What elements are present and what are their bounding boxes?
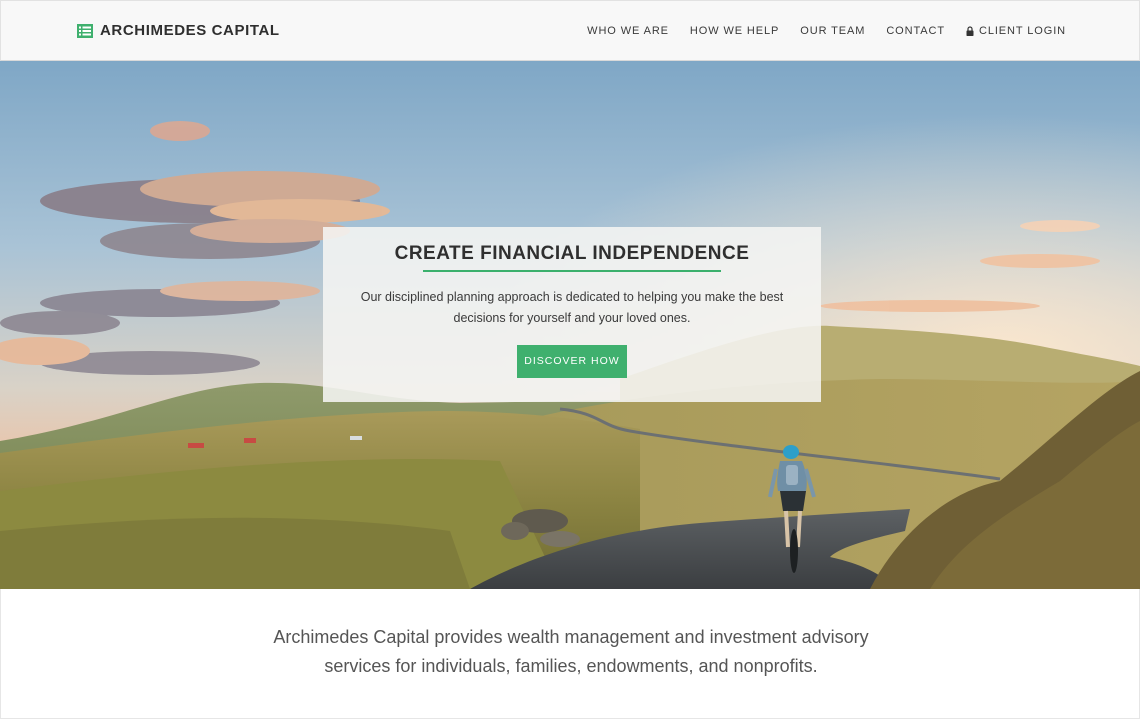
- nav-our-team[interactable]: OUR TEAM: [800, 25, 865, 37]
- list-icon: [77, 23, 93, 38]
- brand-name: ARCHIMEDES CAPITAL: [100, 22, 280, 39]
- nav-our-team-label: OUR TEAM: [800, 25, 866, 37]
- nav-how-we-help-label: HOW WE HELP: [689, 25, 780, 37]
- nav-contact-label: CONTACT: [886, 25, 945, 37]
- nav-who-we-are[interactable]: WHO WE ARE: [587, 25, 669, 37]
- nav-how-we-help[interactable]: HOW WE HELP: [690, 25, 779, 37]
- nav-client-login[interactable]: CLIENT LOGIN: [966, 25, 1066, 37]
- hero-title-underline: [423, 270, 721, 272]
- brand-logo-link[interactable]: ARCHIMEDES CAPITAL: [77, 22, 280, 39]
- hero-card: CREATE FINANCIAL INDEPENDENCE Our discip…: [323, 227, 821, 402]
- intro-section: Archimedes Capital provides wealth manag…: [0, 589, 1140, 719]
- hero-description: Our disciplined planning approach is ded…: [360, 290, 784, 325]
- main-nav: WHO WE ARE HOW WE HELP OUR TEAM CONTACT …: [587, 25, 1066, 37]
- nav-contact[interactable]: CONTACT: [886, 25, 945, 37]
- nav-who-we-are-label: WHO WE ARE: [587, 25, 669, 37]
- hero-section: CREATE FINANCIAL INDEPENDENCE Our discip…: [0, 61, 1140, 589]
- nav-client-login-label: CLIENT LOGIN: [978, 25, 1066, 37]
- hero-title: CREATE FINANCIAL INDEPENDENCE: [394, 243, 750, 264]
- site-header: ARCHIMEDES CAPITAL WHO WE ARE HOW WE HEL…: [0, 0, 1140, 61]
- lock-icon: [966, 26, 974, 36]
- discover-how-button[interactable]: DISCOVER HOW: [517, 345, 627, 378]
- intro-text: Archimedes Capital provides wealth manag…: [273, 627, 869, 676]
